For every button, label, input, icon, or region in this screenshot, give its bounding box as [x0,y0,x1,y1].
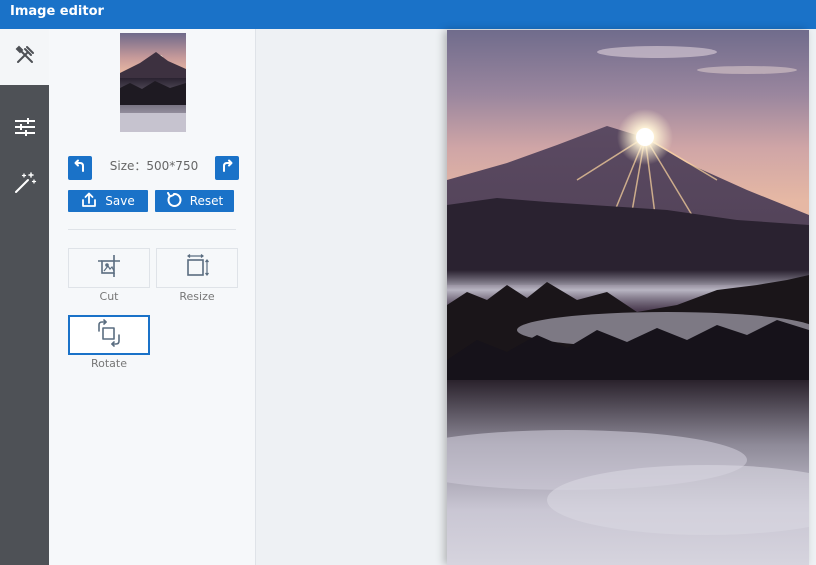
sliders-icon [13,115,37,144]
tools-icon [13,43,37,72]
reset-button[interactable]: Reset [155,190,234,212]
save-label: Save [105,194,135,208]
sidebar-item-effects[interactable] [0,157,49,213]
resize-tool-label: Resize [179,290,215,303]
reset-label: Reset [189,194,224,208]
magic-wand-icon [13,171,37,200]
save-button[interactable]: Save [68,190,148,212]
resize-icon [184,253,210,284]
undo-icon [73,159,87,178]
sidebar-rail [0,29,49,565]
cut-tool-label: Cut [99,290,119,303]
sidebar-item-adjust[interactable] [0,101,49,157]
resize-tool-button[interactable] [156,248,238,288]
redo-icon [220,159,234,178]
sidebar-item-tools[interactable] [0,29,49,85]
tools-panel: Size：500*750 Save Reset Cut Resize Rotat… [49,29,256,565]
panel-divider [68,229,236,230]
redo-button[interactable] [215,156,239,180]
title-bar: Image editor [0,0,816,30]
undo-button[interactable] [68,156,92,180]
rotate-icon [95,318,123,352]
crop-icon [96,253,122,284]
upload-icon [81,192,97,211]
canvas-image[interactable] [447,30,809,565]
image-thumbnail [120,33,186,132]
image-size-label: Size：500*750 [109,159,199,173]
rotate-tool-button[interactable] [68,315,150,355]
window-title: Image editor [10,4,104,19]
reset-icon [166,191,182,211]
rotate-tool-label: Rotate [90,357,127,370]
cut-tool-button[interactable] [68,248,150,288]
